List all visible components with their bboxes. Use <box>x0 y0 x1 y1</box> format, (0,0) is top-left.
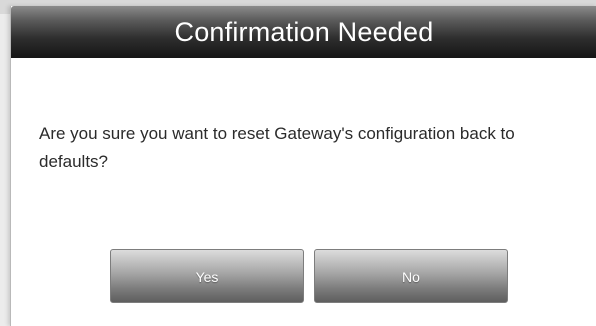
dialog-titlebar: Confirmation Needed <box>11 6 596 58</box>
yes-button[interactable]: Yes <box>110 249 304 303</box>
dialog-title: Confirmation Needed <box>174 17 434 47</box>
confirmation-dialog: Confirmation Needed Are you sure you wan… <box>10 6 596 326</box>
no-button[interactable]: No <box>314 249 508 303</box>
confirmation-message: Are you sure you want to reset Gateway's… <box>39 124 515 171</box>
